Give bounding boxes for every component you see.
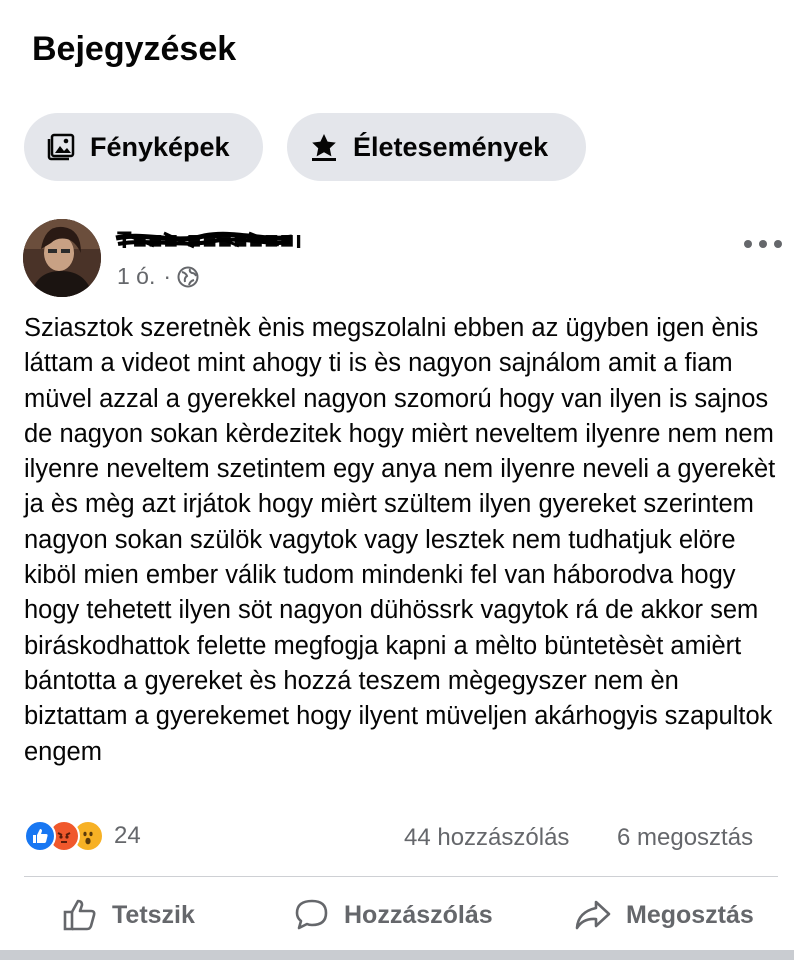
- post-text: Sziasztok szeretnèk ènis megszolalni ebb…: [24, 314, 776, 766]
- life-events-filter-button[interactable]: Életesemények: [287, 113, 586, 181]
- comment-count[interactable]: 44 hozzászólás: [404, 824, 569, 852]
- share-count[interactable]: 6 megosztás: [617, 824, 753, 852]
- share-button[interactable]: Megosztás: [574, 893, 754, 937]
- like-button[interactable]: Tetszik: [62, 893, 195, 937]
- share-label: Megosztás: [626, 900, 754, 929]
- comment-button[interactable]: Hozzászólás: [294, 893, 493, 937]
- more-dot-icon: [744, 240, 752, 248]
- photos-filter-button[interactable]: Fényképek: [24, 113, 263, 181]
- post-time[interactable]: 1 ó.: [117, 263, 155, 290]
- name-redaction: [115, 231, 293, 249]
- more-dot-icon: [759, 240, 767, 248]
- comment-icon: [295, 899, 328, 930]
- post-meta: 1 ó. ·: [117, 263, 199, 290]
- section-title: Bejegyzések: [32, 30, 237, 68]
- life-event-icon: [312, 134, 336, 161]
- like-label: Tetszik: [112, 900, 195, 929]
- feed-separator: [0, 950, 794, 960]
- meta-separator: ·: [163, 263, 172, 289]
- reaction-count: 24: [114, 822, 141, 849]
- photos-filter-label: Fényképek: [90, 131, 230, 162]
- thumbs-up-icon: [63, 899, 96, 931]
- actions-divider: [24, 876, 778, 877]
- reactions-summary[interactable]: 24: [24, 820, 141, 852]
- globe-icon: [177, 266, 199, 287]
- author-avatar[interactable]: [23, 219, 101, 297]
- more-options-button[interactable]: [744, 232, 782, 256]
- photos-icon: [47, 133, 75, 161]
- comment-label: Hozzászólás: [344, 900, 493, 929]
- more-dot-icon: [774, 240, 782, 248]
- like-reaction-icon: [24, 820, 56, 852]
- life-events-filter-label: Életesemények: [353, 131, 549, 162]
- share-icon: [575, 900, 611, 930]
